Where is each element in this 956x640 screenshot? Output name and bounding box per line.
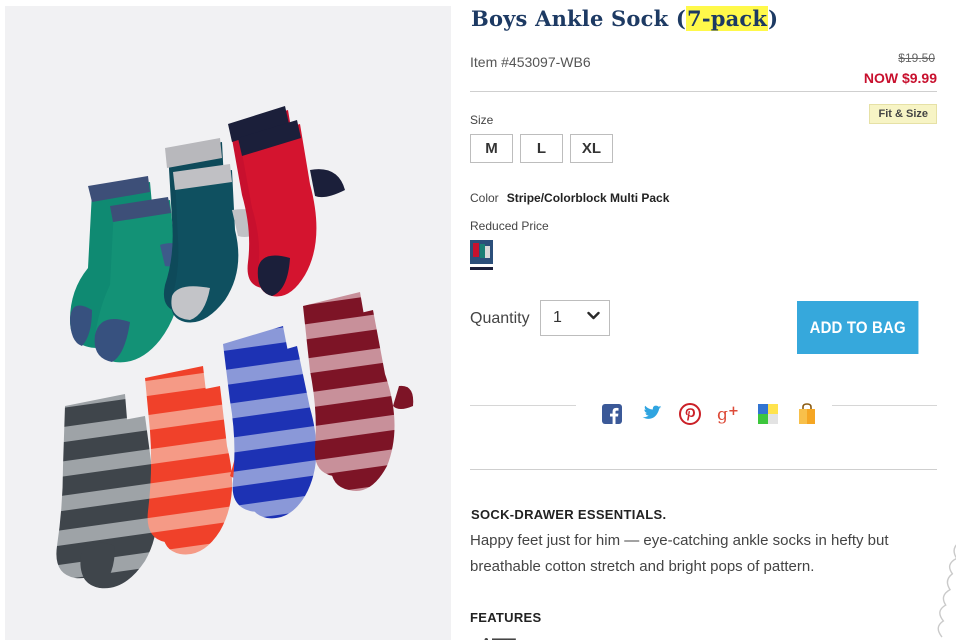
size-option-xl[interactable]: XL: [570, 134, 613, 163]
color-row: Color Stripe/Colorblock Multi Pack: [470, 191, 669, 205]
product-details: Boys Ankle Sock (7-pack) Item #453097-WB…: [470, 0, 937, 640]
product-image[interactable]: [5, 6, 451, 640]
socks-photo: [56, 106, 414, 589]
sale-price: NOW $9.99: [863, 70, 937, 86]
google-plus-icon[interactable]: g +: [717, 402, 741, 426]
features-heading: FEATURES: [470, 610, 542, 625]
size-option-l[interactable]: L: [520, 134, 563, 163]
share-icons: g +: [600, 402, 819, 426]
product-title: Boys Ankle Sock (7-pack): [471, 6, 779, 31]
fit-size-link[interactable]: Fit & Size: [869, 104, 937, 124]
quantity-label: Quantity: [470, 310, 530, 327]
chevron-down-icon: [587, 311, 600, 320]
size-option-m[interactable]: M: [470, 134, 513, 163]
title-highlight: 7-pack: [686, 6, 769, 31]
feature-item-cut-off: • ━━━: [484, 632, 516, 640]
color-label: Color: [470, 191, 499, 205]
reduced-price-label: Reduced Price: [470, 219, 549, 233]
watermark: [920, 515, 956, 640]
quantity-value: 1: [553, 309, 562, 326]
twitter-icon[interactable]: [639, 402, 663, 426]
color-swatch[interactable]: [470, 240, 493, 270]
description-body: Happy feet just for him — eye-catching a…: [470, 532, 889, 575]
color-value: Stripe/Colorblock Multi Pack: [506, 191, 670, 205]
size-label: Size: [470, 113, 494, 127]
svg-text:g: g: [717, 405, 728, 425]
facebook-icon[interactable]: [600, 402, 624, 426]
item-number: Item #453097-WB6: [470, 54, 591, 70]
divider-lower: [470, 469, 937, 470]
original-price: $19.50: [898, 51, 935, 65]
share-divider-right: [832, 405, 937, 406]
pinterest-icon[interactable]: [678, 402, 702, 426]
svg-text:+: +: [728, 404, 739, 419]
swatch-thumbnail: [470, 240, 493, 270]
shopping-bag-icon[interactable]: [795, 402, 819, 426]
delicious-icon[interactable]: [756, 402, 780, 426]
share-divider-left: [470, 405, 576, 406]
quantity-select[interactable]: 1: [540, 300, 610, 336]
description-heading: SOCK-DRAWER ESSENTIALS.: [471, 507, 667, 522]
divider: [470, 91, 937, 92]
add-to-bag-button[interactable]: ADD TO BAG: [797, 301, 919, 354]
